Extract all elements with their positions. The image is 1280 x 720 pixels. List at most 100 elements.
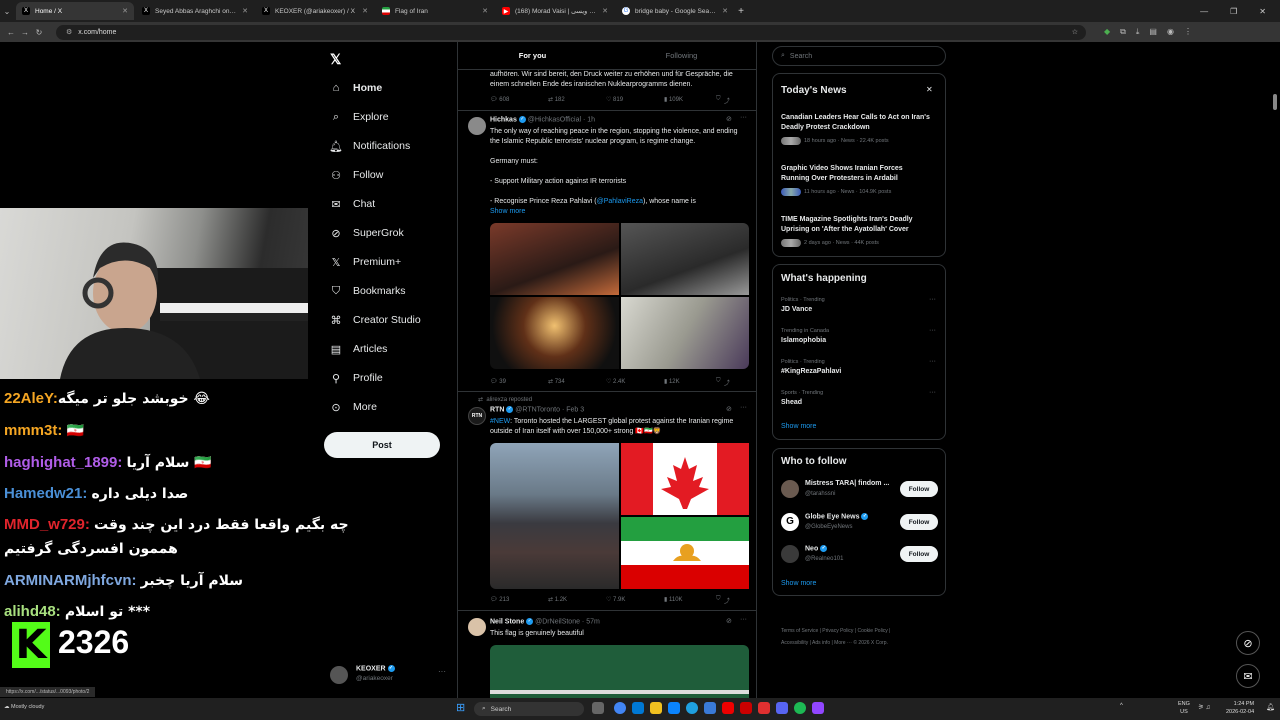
author-name[interactable]: RTN xyxy=(490,406,504,413)
network-icon[interactable]: ⚞ ♫ xyxy=(1198,703,1211,711)
search-input[interactable]: ⌕ Search xyxy=(772,46,946,66)
follow-name[interactable]: Globe Eye News ✓ xyxy=(805,513,869,520)
tweet-photo[interactable] xyxy=(490,223,619,295)
forward-icon[interactable]: → xyxy=(18,28,32,37)
tray-chevron-icon[interactable]: ^ xyxy=(1120,703,1123,709)
news-headline[interactable]: Canadian Leaders Hear Calls to Act on Ir… xyxy=(781,113,931,133)
reload-icon[interactable]: ↻ xyxy=(32,28,46,37)
show-more-link[interactable]: Show more xyxy=(490,207,525,217)
repost-count[interactable]: ⇄ 1.2K xyxy=(548,596,606,605)
close-icon[interactable]: ✕ xyxy=(482,7,488,15)
tab-youtube[interactable]: ▶ (168) Morad Vaisi | مراد ویسی ✕ xyxy=(496,2,614,20)
grok-icon[interactable]: ⊘ xyxy=(726,617,732,625)
profile-avatar-icon[interactable]: ◉ xyxy=(1167,27,1174,37)
gmail-icon[interactable] xyxy=(740,702,752,714)
nav-follow[interactable]: ⚇ Follow xyxy=(330,169,383,182)
avatar[interactable] xyxy=(781,480,799,498)
view-count[interactable]: ▮ 110K xyxy=(664,596,716,605)
tab-following[interactable]: Following xyxy=(607,42,756,69)
avatar[interactable] xyxy=(468,117,486,135)
language-indicator[interactable]: ENG US xyxy=(1178,700,1190,716)
window-close-icon[interactable]: ✕ xyxy=(1259,7,1266,16)
reply-count[interactable]: 💬︎ 39 xyxy=(490,378,548,387)
author-name[interactable]: Neil Stone xyxy=(490,618,524,625)
nav-supergrok[interactable]: ⊘ SuperGrok xyxy=(330,227,403,240)
follow-name[interactable]: Mistress TARA| findom ... xyxy=(805,480,889,487)
taskbar-search[interactable]: ⌕ Search xyxy=(474,702,584,716)
view-count[interactable]: ▮ 12K xyxy=(664,378,716,387)
avatar[interactable] xyxy=(781,545,799,563)
repost-count[interactable]: ⇄ 182 xyxy=(548,96,606,105)
nav-home[interactable]: ⌂ Home xyxy=(330,82,383,94)
nav-premium[interactable]: 𝕏 Premium+ xyxy=(330,256,402,269)
store-icon[interactable] xyxy=(668,702,680,714)
back-icon[interactable]: ← xyxy=(4,28,18,37)
tab-home[interactable]: X Home / X ✕ xyxy=(16,2,134,20)
bookmark-icon[interactable]: ⛉ xyxy=(716,96,721,105)
grok-float-icon[interactable]: ⊘ xyxy=(1236,631,1260,655)
share-icon[interactable]: ⤴ xyxy=(724,96,730,105)
youtube-icon[interactable] xyxy=(722,702,734,714)
grok-icon[interactable]: ⊘ xyxy=(726,405,732,413)
discord-icon[interactable] xyxy=(776,702,788,714)
menu-dots-icon[interactable]: ⋮ xyxy=(1184,27,1192,37)
weather-widget[interactable]: ☁ Mostly cloudy xyxy=(4,704,44,710)
spotify-icon[interactable] xyxy=(794,702,806,714)
new-tab-button[interactable]: + xyxy=(734,6,748,17)
bookmark-icon[interactable]: ⛉ xyxy=(716,596,721,605)
canada-flag-photo[interactable] xyxy=(621,443,749,515)
author-name[interactable]: Hichkas xyxy=(490,116,517,123)
tweet-photo[interactable] xyxy=(490,297,619,369)
reply-count[interactable]: 💬︎ 213 xyxy=(490,596,548,605)
footer-links[interactable]: Terms of Service | Privacy Policy | Cook… xyxy=(781,628,890,634)
tab-for-you[interactable]: For you xyxy=(458,42,607,69)
mail-icon[interactable] xyxy=(704,702,716,714)
post-button[interactable]: Post xyxy=(324,432,440,458)
close-icon[interactable]: ✕ xyxy=(602,7,608,15)
nav-explore[interactable]: ⌕ Explore xyxy=(330,111,389,124)
mention-link[interactable]: @PahlaviReza xyxy=(597,198,643,205)
x-logo-icon[interactable]: 𝕏 xyxy=(330,51,341,68)
edge-icon[interactable] xyxy=(632,702,644,714)
nav-chat[interactable]: ✉ Chat xyxy=(330,198,375,211)
show-more-link[interactable]: Show more xyxy=(781,423,816,430)
more-dots-icon[interactable]: ··· xyxy=(929,358,936,365)
more-dots-icon[interactable]: ··· xyxy=(740,114,747,121)
follow-button[interactable]: Follow xyxy=(900,514,938,530)
scrollbar-thumb[interactable] xyxy=(1273,94,1277,110)
obs-icon[interactable] xyxy=(812,702,824,714)
trend-name[interactable]: Shead xyxy=(781,399,802,406)
nav-articles[interactable]: ▤ Articles xyxy=(330,343,388,356)
close-icon[interactable]: ✕ xyxy=(362,7,368,15)
tab-list-icon[interactable]: ⌄ xyxy=(0,7,14,16)
maximize-icon[interactable]: ❐ xyxy=(1230,7,1237,16)
tab-google[interactable]: G bridge baby - Google Search ✕ xyxy=(616,2,734,20)
close-icon[interactable]: ✕ xyxy=(122,7,128,15)
more-dots-icon[interactable]: ··· xyxy=(740,404,747,411)
nav-profile[interactable]: ⚲ Profile xyxy=(330,372,383,385)
app-icon[interactable] xyxy=(758,702,770,714)
tweet-photo[interactable] xyxy=(621,297,749,369)
show-more-link[interactable]: Show more xyxy=(781,580,816,587)
minimize-icon[interactable]: — xyxy=(1200,7,1208,16)
more-dots-icon[interactable]: ··· xyxy=(929,296,936,303)
system-clock[interactable]: 1:24 PM 2026-02-04 xyxy=(1226,700,1254,716)
repost-count[interactable]: ⇄ 734 xyxy=(548,378,606,387)
account-switcher[interactable]: KEOXER ✓ @ariakeoxer ··· xyxy=(330,664,450,686)
like-count[interactable]: ♡ 7.9K xyxy=(606,596,664,605)
task-view-icon[interactable] xyxy=(592,702,604,714)
extensions-icon[interactable]: ⧉ xyxy=(1120,27,1126,37)
view-count[interactable]: ▮ 109K xyxy=(664,96,716,105)
follow-button[interactable]: Follow xyxy=(900,546,938,562)
news-headline[interactable]: TIME Magazine Spotlights Iran's Deadly U… xyxy=(781,215,931,235)
footer-links[interactable]: Accessibility | Ads info | More ··· © 20… xyxy=(781,640,888,646)
avatar[interactable] xyxy=(468,618,486,636)
explorer-icon[interactable] xyxy=(650,702,662,714)
tab-araghchi[interactable]: X Seyed Abbas Araghchi on X: "Ir ✕ xyxy=(136,2,254,20)
close-icon[interactable]: ✕ xyxy=(242,7,248,15)
share-icon[interactable]: ⤴ xyxy=(724,378,730,387)
reply-count[interactable]: 💬︎ 608 xyxy=(490,96,548,105)
iran-lion-sun-flag-photo[interactable] xyxy=(621,517,749,589)
extension-icon[interactable]: ◆ xyxy=(1104,27,1110,37)
trend-name[interactable]: Islamophobia xyxy=(781,337,826,344)
